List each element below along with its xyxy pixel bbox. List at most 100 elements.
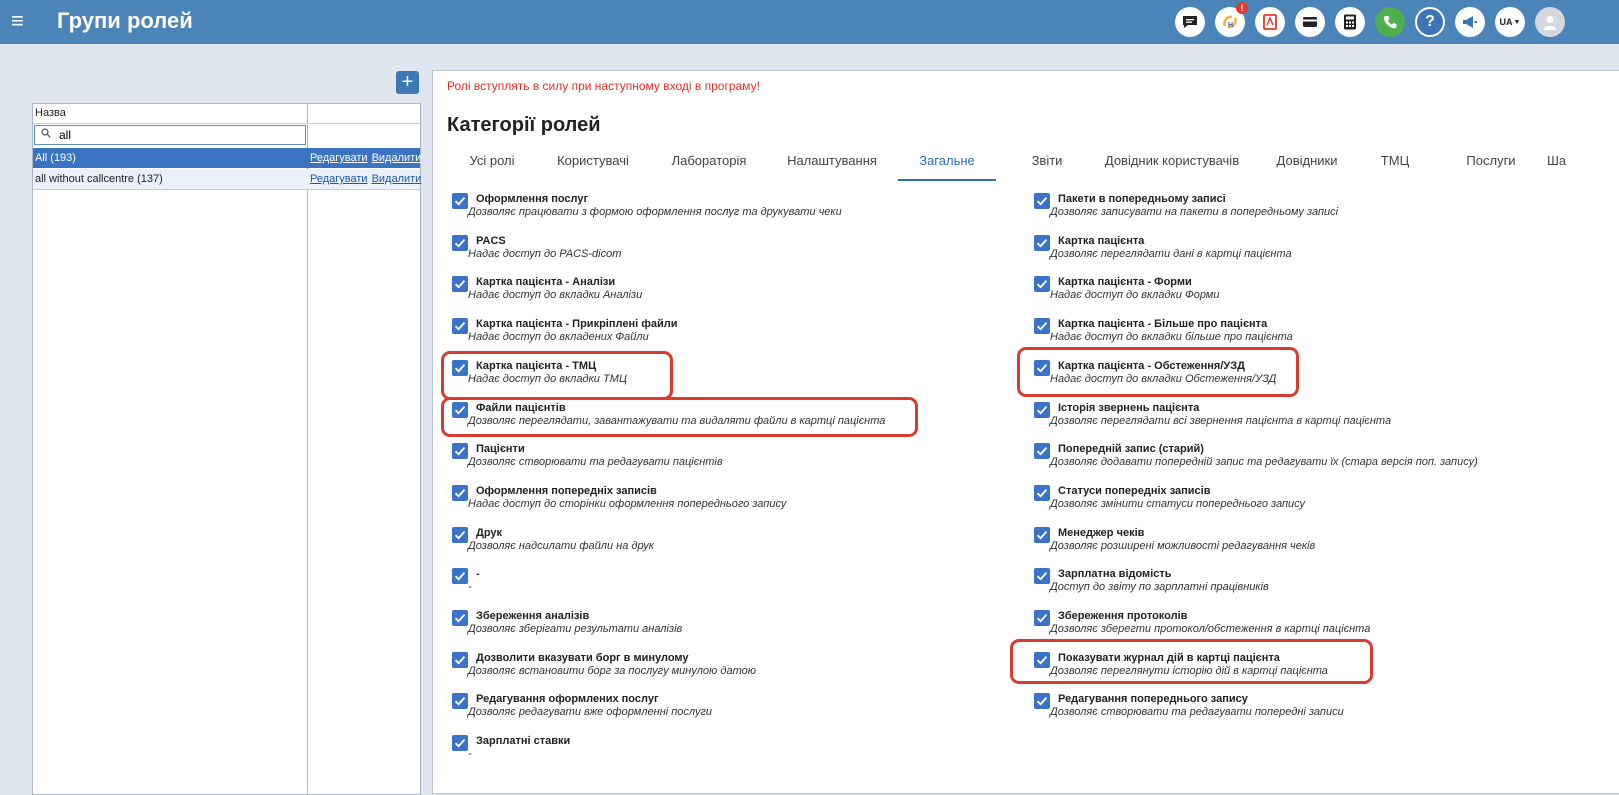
avatar-icon[interactable] [1535, 7, 1565, 37]
permission-checkbox[interactable] [1034, 610, 1050, 626]
tab-more[interactable]: Ша [1547, 149, 1587, 179]
permission-checkbox[interactable] [1034, 568, 1050, 585]
page-title: Групи ролей [57, 8, 193, 33]
calculator-icon[interactable] [1335, 7, 1365, 37]
check-icon [454, 280, 466, 289]
permission-checkbox[interactable] [452, 193, 468, 209]
check-icon [454, 447, 466, 456]
tab-general[interactable]: Загальне [898, 149, 996, 181]
categories-title: Категорії ролей [447, 114, 601, 136]
permission-description: Дозволяє надсилати файли на друк [468, 539, 654, 552]
check-icon [1036, 530, 1048, 540]
tab-services[interactable]: Послуги [1451, 149, 1531, 179]
notification-badge: ! [1236, 2, 1248, 14]
permission-title: Редагування оформлених послуг [476, 693, 659, 706]
group-name: all without callcentre (137) [35, 173, 163, 185]
permission-checkbox[interactable] [452, 318, 468, 335]
permission-checkbox[interactable] [452, 735, 468, 752]
card-icon[interactable] [1295, 7, 1325, 37]
permission-title: Оформлення послуг [476, 193, 589, 205]
permission-checkbox[interactable] [452, 651, 468, 668]
megaphone-icon[interactable] [1455, 7, 1485, 37]
permission-description: Дозволяє зберегти протокол/обстеження в … [1050, 623, 1371, 635]
delete-link[interactable]: Видалити [372, 173, 422, 185]
language-icon[interactable]: UA ▼ [1495, 7, 1525, 37]
check-icon [454, 739, 466, 748]
svg-text:H: H [1228, 22, 1233, 29]
check-icon [454, 697, 466, 706]
permission-title: Менеджер чеків [1058, 526, 1145, 539]
chat-icon[interactable] [1175, 7, 1205, 37]
column-name-header: Назва [35, 107, 66, 119]
highlight-box [1010, 639, 1373, 684]
permission-description: Надає доступ до сторінки оформлення попе… [468, 497, 787, 510]
permission-title: Збереження аналізів [476, 610, 590, 622]
permission-description: Дозволяє створювати та редагувати попере… [1050, 706, 1344, 719]
permission-title: Друк [476, 526, 503, 539]
delete-link[interactable]: Видалити [372, 152, 422, 164]
tab-users[interactable]: Користувачі [543, 149, 643, 179]
permission-title: Картка пацієнта [1058, 234, 1145, 247]
check-icon [454, 614, 466, 623]
permission-checkbox[interactable] [1034, 276, 1050, 293]
permission-title: PACS [476, 234, 506, 247]
phone-icon[interactable] [1375, 7, 1405, 37]
permission-checkbox[interactable] [1034, 193, 1050, 209]
tab-all-roles[interactable]: Усі ролі [447, 149, 537, 179]
permission-title: Зарплатна відомість [1058, 568, 1172, 581]
permission-description: Надає доступ до вкладки більше про паціє… [1050, 331, 1293, 344]
edit-link[interactable]: Редагувати [310, 173, 368, 185]
table-row[interactable]: all without callcentre (137) Редагувати В… [33, 169, 422, 190]
check-icon [1036, 488, 1048, 498]
permission-checkbox[interactable] [452, 484, 468, 501]
tab-directories[interactable]: Довідники [1267, 149, 1347, 179]
search-input[interactable] [59, 127, 299, 143]
permission-checkbox[interactable] [452, 610, 468, 626]
tab-inventory[interactable]: ТМЦ [1365, 149, 1425, 179]
permission-checkbox[interactable] [452, 276, 468, 293]
tab-reports[interactable]: Звіти [1017, 149, 1077, 179]
sync-icon[interactable]: H ! [1215, 2, 1248, 37]
permission-description: Дозволяє працювати з формою оформлення п… [468, 206, 842, 218]
permission-checkbox[interactable] [452, 234, 468, 251]
permission-checkbox[interactable] [452, 443, 468, 460]
table-row[interactable]: All (193) Редагувати Видалити [33, 148, 422, 168]
permission-checkbox[interactable] [1034, 234, 1050, 251]
top-bar: ≡ Групи ролей H ! ? UA ▼ [0, 0, 1619, 44]
permission-description: Надає доступ до вкладки Форми [1050, 289, 1220, 302]
highlight-box [441, 397, 918, 437]
permission-checkbox[interactable] [452, 568, 468, 585]
check-icon [1036, 405, 1048, 414]
permission-title: Зарплатні ставки [476, 735, 571, 748]
check-icon [454, 238, 466, 248]
permission-checkbox[interactable] [1034, 693, 1050, 710]
highlight-box [1017, 347, 1299, 397]
permission-checkbox[interactable] [1034, 443, 1050, 460]
help-icon[interactable]: ? [1415, 7, 1445, 37]
permission-checkbox[interactable] [1034, 526, 1050, 543]
edit-link[interactable]: Редагувати [310, 152, 368, 164]
check-icon [454, 488, 466, 498]
permission-title: - [476, 568, 480, 581]
permission-checkbox[interactable] [452, 693, 468, 710]
tab-user-directory[interactable]: Довідник користувачів [1097, 149, 1247, 179]
permission-description: Доступ до звіту по зарплатні працівників [1050, 581, 1269, 594]
check-icon [1036, 447, 1048, 456]
name-filter[interactable] [34, 125, 306, 145]
permission-description: Дозволяє розширені можливості редагуванн… [1050, 539, 1316, 552]
permission-description: - [468, 748, 472, 761]
permission-title: Оформлення попередніх записів [476, 484, 657, 497]
add-group-button[interactable]: + [396, 71, 419, 94]
menu-icon[interactable]: ≡ [11, 8, 24, 34]
search-icon [41, 128, 51, 138]
permission-checkbox[interactable] [1034, 484, 1050, 501]
tab-settings[interactable]: Налаштування [777, 149, 887, 179]
permission-description: Надає доступ до вкладених Файли [468, 331, 649, 344]
permission-checkbox[interactable] [452, 526, 468, 543]
permission-checkbox[interactable] [1034, 318, 1050, 335]
check-icon [454, 655, 466, 665]
pdf-icon[interactable] [1255, 7, 1285, 37]
check-icon [454, 530, 466, 540]
permission-checkbox[interactable] [1034, 401, 1050, 418]
tab-laboratory[interactable]: Лабораторія [659, 149, 759, 179]
